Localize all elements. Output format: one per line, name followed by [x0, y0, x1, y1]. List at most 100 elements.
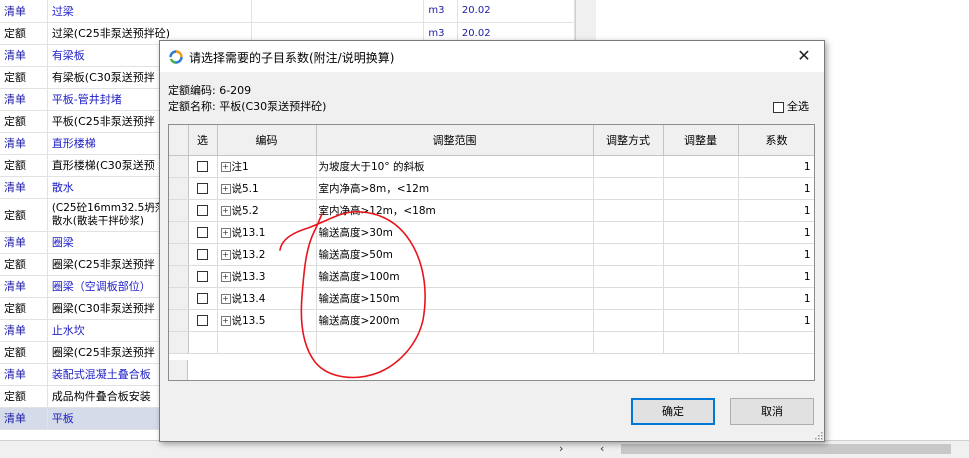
row-select-cell[interactable] — [188, 155, 218, 178]
row-coef[interactable]: 1 — [738, 287, 814, 310]
column-header-mode[interactable]: 调整方式 — [593, 125, 664, 156]
bill-row-type: 定额 — [0, 198, 48, 232]
row-coef[interactable]: 1 — [738, 221, 814, 244]
row-code-cell[interactable]: + 注1 — [217, 155, 317, 178]
row-amount[interactable] — [663, 265, 739, 288]
row-mode[interactable] — [593, 177, 664, 200]
row-mode[interactable] — [593, 221, 664, 244]
bill-row-type: 定额 — [0, 253, 48, 276]
panel2-horizontal-scrollbar[interactable]: ‹ — [595, 440, 969, 458]
column-header-range[interactable]: 调整范围 — [316, 125, 594, 156]
expand-plus-icon[interactable]: + — [220, 250, 231, 260]
coefficient-row[interactable]: + 说13.1 输送高度>30m 1 — [169, 221, 814, 244]
close-button[interactable]: ✕ — [788, 42, 820, 70]
scrollbar-thumb[interactable] — [621, 444, 951, 454]
checkbox-icon[interactable] — [197, 161, 208, 172]
coefficient-row[interactable]: + 说5.2 室内净高>12m，<18m 1 — [169, 199, 814, 222]
row-coef[interactable]: 1 — [738, 177, 814, 200]
row-header[interactable] — [169, 309, 189, 332]
checkbox-icon[interactable] — [197, 227, 208, 238]
bill-row-name[interactable]: 过梁 — [47, 0, 253, 23]
coefficient-row[interactable]: + 说5.1 室内净高>8m，<12m 1 — [169, 177, 814, 200]
column-header-amount[interactable]: 调整量 — [663, 125, 739, 156]
row-amount[interactable] — [663, 199, 739, 222]
ok-button[interactable]: 确定 — [631, 398, 715, 425]
row-select-cell[interactable] — [188, 199, 218, 222]
bill-row-type: 清单 — [0, 176, 48, 199]
row-code-cell[interactable]: + 说13.5 — [217, 309, 317, 332]
row-amount[interactable] — [663, 221, 739, 244]
row-mode[interactable] — [593, 287, 664, 310]
row-coef[interactable]: 1 — [738, 309, 814, 332]
row-code-cell[interactable]: + 说13.4 — [217, 287, 317, 310]
row-code-cell[interactable]: + 说13.1 — [217, 221, 317, 244]
checkbox-icon[interactable] — [197, 293, 208, 304]
column-header-coef[interactable]: 系数 — [738, 125, 814, 156]
checkbox-icon[interactable] — [773, 101, 784, 113]
row-select-cell[interactable] — [188, 177, 218, 200]
coefficient-row[interactable]: + 说13.2 输送高度>50m 1 — [169, 243, 814, 266]
row-amount[interactable] — [663, 155, 739, 178]
row-amount[interactable] — [663, 287, 739, 310]
cancel-button[interactable]: 取消 — [730, 398, 814, 425]
quota-code-label: 定额编码: 6-209 — [168, 84, 252, 97]
row-code-cell[interactable]: + 说13.2 — [217, 243, 317, 266]
row-coef[interactable]: 1 — [738, 265, 814, 288]
checkbox-icon[interactable] — [197, 183, 208, 194]
row-select-cell[interactable] — [188, 221, 218, 244]
row-header[interactable] — [169, 155, 189, 178]
checkbox-icon[interactable] — [197, 205, 208, 216]
expand-plus-icon[interactable]: + — [220, 162, 231, 172]
row-select-cell[interactable] — [188, 243, 218, 266]
horizontal-scrollbar[interactable]: › — [0, 440, 595, 458]
column-header-code[interactable]: 编码 — [217, 125, 317, 156]
expand-plus-icon[interactable]: + — [220, 228, 231, 238]
row-code: 说13.3 — [231, 271, 266, 283]
checkbox-icon[interactable] — [197, 249, 208, 260]
expand-plus-icon[interactable]: + — [220, 294, 231, 304]
coefficient-row[interactable]: + 说13.5 输送高度>200m 1 — [169, 309, 814, 332]
column-header-select[interactable]: 选 — [188, 125, 218, 156]
row-code-cell[interactable]: + 说5.1 — [217, 177, 317, 200]
expand-plus-icon[interactable]: + — [220, 184, 231, 194]
row-coef[interactable]: 1 — [738, 199, 814, 222]
row-range: 输送高度>50m — [316, 243, 594, 266]
row-mode[interactable] — [593, 309, 664, 332]
scroll-left-icon[interactable]: ‹ — [600, 442, 604, 455]
coefficient-row[interactable]: + 注1 为坡度大于10° 的斜板 1 — [169, 155, 814, 178]
row-amount[interactable] — [663, 177, 739, 200]
row-coef[interactable]: 1 — [738, 155, 814, 178]
bill-row[interactable]: 清单 过梁 m3 20.02 — [0, 0, 576, 23]
row-mode[interactable] — [593, 265, 664, 288]
coefficient-row[interactable]: + 说13.3 输送高度>100m 1 — [169, 265, 814, 288]
coefficient-row[interactable]: + 说13.4 输送高度>150m 1 — [169, 287, 814, 310]
row-select-cell[interactable] — [188, 265, 218, 288]
row-header[interactable] — [169, 199, 189, 222]
scroll-right-icon[interactable]: › — [559, 442, 563, 455]
checkbox-icon[interactable] — [197, 271, 208, 282]
select-all-checkbox[interactable]: 全选 — [773, 98, 809, 114]
row-header[interactable] — [169, 221, 189, 244]
row-coef[interactable]: 1 — [738, 243, 814, 266]
empty-cell — [217, 331, 317, 354]
row-header[interactable] — [169, 265, 189, 288]
row-amount[interactable] — [663, 243, 739, 266]
expand-plus-icon[interactable]: + — [220, 316, 231, 326]
checkbox-icon[interactable] — [197, 315, 208, 326]
row-mode[interactable] — [593, 199, 664, 222]
expand-plus-icon[interactable]: + — [220, 272, 231, 282]
dialog-titlebar[interactable]: 请选择需要的子目系数(附注/说明换算) ✕ — [160, 41, 824, 72]
row-header[interactable] — [169, 287, 189, 310]
quota-name-label: 定额名称: 平板(C30泵送预拌砼) — [168, 100, 327, 113]
row-code-cell[interactable]: + 说13.3 — [217, 265, 317, 288]
row-header[interactable] — [169, 243, 189, 266]
row-mode[interactable] — [593, 243, 664, 266]
row-code-cell[interactable]: + 说5.2 — [217, 199, 317, 222]
row-amount[interactable] — [663, 309, 739, 332]
row-mode[interactable] — [593, 155, 664, 178]
resize-grip-icon[interactable] — [814, 431, 823, 440]
row-header[interactable] — [169, 177, 189, 200]
row-select-cell[interactable] — [188, 309, 218, 332]
row-select-cell[interactable] — [188, 287, 218, 310]
expand-plus-icon[interactable]: + — [220, 206, 231, 216]
